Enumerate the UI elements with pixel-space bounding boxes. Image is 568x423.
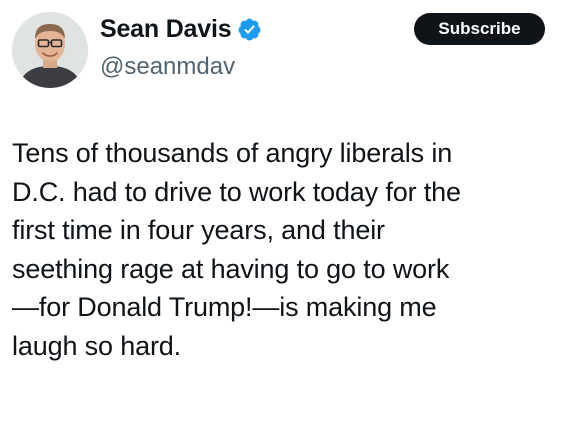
subscribe-button[interactable]: Subscribe (414, 13, 545, 45)
tweet-text-line: —for Donald Trump!—is making me (12, 292, 437, 322)
tweet-card: Sean Davis @seanmdav Subscribe Tens of t… (0, 0, 568, 423)
display-name[interactable]: Sean Davis (100, 14, 232, 44)
tweet-text-line: Tens of thousands of angry liberals in (12, 138, 453, 168)
tweet-text-line: seething rage at having to go to work (12, 253, 450, 284)
avatar-photo (12, 12, 88, 88)
tweet-text-line: D.C. had to drive to work today for the (12, 176, 461, 207)
verified-badge-icon (237, 17, 262, 42)
tweet-text: Tens of thousands of angry liberals in D… (12, 134, 560, 365)
tweet-text-line: first time in four years, and their (12, 215, 385, 245)
avatar[interactable] (12, 12, 88, 88)
author-handle[interactable]: @seanmdav (100, 52, 235, 82)
author-name-row: Sean Davis (100, 13, 262, 45)
tweet-text-line: laugh so hard. (12, 330, 182, 361)
